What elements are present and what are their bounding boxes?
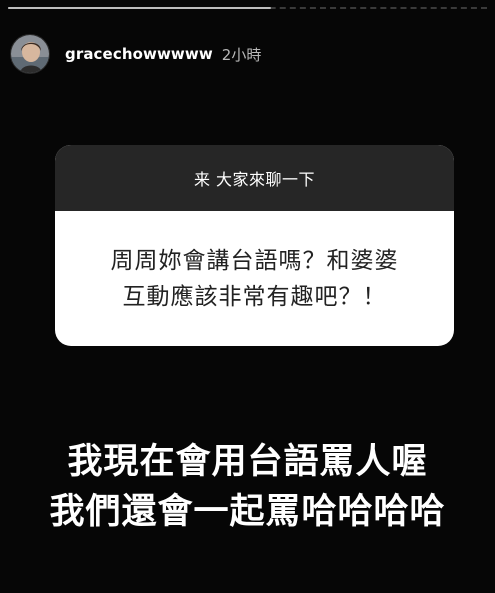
question-body: 周周妳會講台語嗎？和婆婆 互動應該非常有趣吧？！ [55,211,454,346]
avatar[interactable] [10,34,50,74]
reply-line: 我現在會用台語罵人喔 [67,442,428,482]
post-timestamp: 2小時 [221,45,262,64]
question-text: 周周妳會講台語嗎？和婆婆 互動應該非常有趣吧？！ [111,243,399,315]
question-sticker: 来 大家來聊一下 周周妳會講台語嗎？和婆婆 互動應該非常有趣吧？！ [55,145,454,346]
question-line: 周周妳會講台語嗎？和婆婆 [110,247,399,274]
story-screen[interactable]: gracechowwwww 2小時 来 大家來聊一下 周周妳會講台語嗎？和婆婆 … [0,0,495,593]
reply-line: 我們還會一起罵哈哈哈哈 [49,492,446,532]
question-prompt: 来 大家來聊一下 [55,145,454,211]
profile-photo-icon [11,35,49,73]
reply-text: 我現在會用台語罵人喔 我們還會一起罵哈哈哈哈 [0,437,495,537]
story-header: gracechowwwww 2小時 [10,34,261,74]
story-progress-bar [8,7,271,9]
question-line: 互動應該非常有趣吧？！ [122,283,387,310]
username[interactable]: gracechowwwww [65,45,213,63]
